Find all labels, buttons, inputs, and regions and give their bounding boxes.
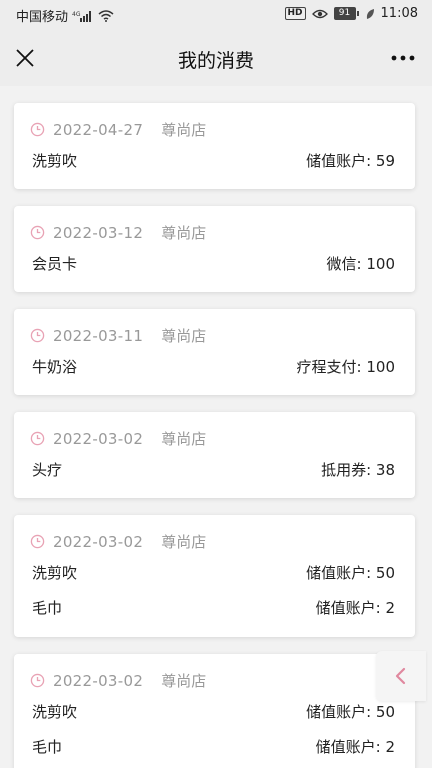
- clock-icon: [30, 225, 45, 240]
- signal-icon: 4G: [72, 10, 92, 22]
- order-store: 尊尚店: [161, 533, 207, 551]
- hd-badge: HD: [284, 7, 306, 20]
- clock-icon: [30, 431, 45, 446]
- order-date: 2022-03-02: [53, 532, 144, 551]
- order-card[interactable]: 2022-03-02 尊尚店 头疗 抵用券: 38: [14, 412, 415, 498]
- order-date: 2022-04-27: [53, 120, 144, 139]
- order-store: 尊尚店: [161, 430, 207, 448]
- status-left: 中国移动 4G: [16, 6, 114, 25]
- more-button[interactable]: [388, 45, 418, 71]
- clock-icon: [30, 122, 45, 137]
- payment-text: 微信: 100: [326, 255, 395, 273]
- order-header: 2022-03-11 尊尚店: [30, 325, 206, 346]
- more-dots-icon: [391, 55, 415, 61]
- order-item: 毛巾 储值账户: 2: [32, 736, 397, 760]
- order-card[interactable]: 2022-03-02 尊尚店 洗剪吹 储值账户: 50 毛巾 储值账户: 2: [14, 515, 415, 637]
- order-item: 牛奶浴 疗程支付: 100: [32, 356, 397, 380]
- battery-icon: 91: [333, 7, 359, 20]
- nav-bar: 我的消费: [0, 30, 432, 86]
- floating-back-button[interactable]: [376, 651, 426, 701]
- order-item: 洗剪吹 储值账户: 50: [32, 562, 397, 586]
- item-name: 洗剪吹: [32, 152, 78, 170]
- order-store: 尊尚店: [161, 327, 207, 345]
- order-header: 2022-03-02 尊尚店: [30, 531, 206, 552]
- order-header: 2022-03-02 尊尚店: [30, 428, 206, 449]
- order-header: 2022-03-12 尊尚店: [30, 222, 206, 243]
- item-name: 会员卡: [32, 255, 78, 273]
- item-name: 毛巾: [32, 599, 63, 617]
- order-header: 2022-04-27 尊尚店: [30, 119, 206, 140]
- clock-icon: [30, 328, 45, 343]
- item-name: 毛巾: [32, 738, 63, 756]
- order-store: 尊尚店: [161, 672, 207, 690]
- status-time: 11:08: [380, 6, 418, 21]
- payment-text: 抵用券: 38: [321, 461, 395, 479]
- order-date: 2022-03-02: [53, 671, 144, 690]
- wifi-icon: [98, 9, 114, 22]
- order-date: 2022-03-12: [53, 223, 144, 242]
- order-item: 头疗 抵用券: 38: [32, 459, 397, 483]
- order-item: 毛巾 储值账户: 2: [32, 597, 397, 621]
- item-name: 牛奶浴: [32, 358, 78, 376]
- order-item: 洗剪吹 储值账户: 50: [32, 701, 397, 725]
- battery-level: 91: [333, 7, 356, 20]
- status-right: HD 91 11:08: [284, 6, 418, 21]
- order-store: 尊尚店: [161, 121, 207, 139]
- payment-text: 储值账户: 2: [315, 738, 395, 756]
- payment-text: 储值账户: 59: [306, 152, 395, 170]
- order-card[interactable]: 2022-03-11 尊尚店 牛奶浴 疗程支付: 100: [14, 309, 415, 395]
- payment-text: 储值账户: 50: [306, 564, 395, 582]
- order-date: 2022-03-02: [53, 429, 144, 448]
- clock-icon: [30, 534, 45, 549]
- leaf-icon: [366, 8, 374, 19]
- order-date: 2022-03-11: [53, 326, 144, 345]
- status-bar: 中国移动 4G HD 91 11:08: [0, 0, 432, 30]
- payment-text: 疗程支付: 100: [296, 358, 395, 376]
- carrier-label: 中国移动: [16, 10, 69, 25]
- item-name: 洗剪吹: [32, 564, 78, 582]
- svg-text:4G: 4G: [72, 11, 81, 18]
- order-card[interactable]: 2022-04-27 尊尚店 洗剪吹 储值账户: 59: [14, 103, 415, 189]
- eye-icon: [311, 9, 328, 18]
- order-card[interactable]: 2022-03-02 尊尚店 洗剪吹 储值账户: 50 毛巾 储值账户: 2: [14, 654, 415, 768]
- order-card[interactable]: 2022-03-12 尊尚店 会员卡 微信: 100: [14, 206, 415, 292]
- item-name: 头疗: [32, 461, 63, 479]
- chevron-left-icon: [395, 667, 406, 685]
- order-item: 洗剪吹 储值账户: 59: [32, 150, 397, 174]
- item-name: 洗剪吹: [32, 703, 78, 721]
- clock-icon: [30, 673, 45, 688]
- consumption-list[interactable]: 2022-04-27 尊尚店 洗剪吹 储值账户: 59 2022-03-12 尊…: [0, 86, 432, 768]
- order-store: 尊尚店: [161, 224, 207, 242]
- payment-text: 储值账户: 50: [306, 703, 395, 721]
- page-title: 我的消费: [177, 50, 254, 72]
- order-item: 会员卡 微信: 100: [32, 253, 397, 277]
- payment-text: 储值账户: 2: [315, 599, 395, 617]
- order-header: 2022-03-02 尊尚店: [30, 670, 206, 691]
